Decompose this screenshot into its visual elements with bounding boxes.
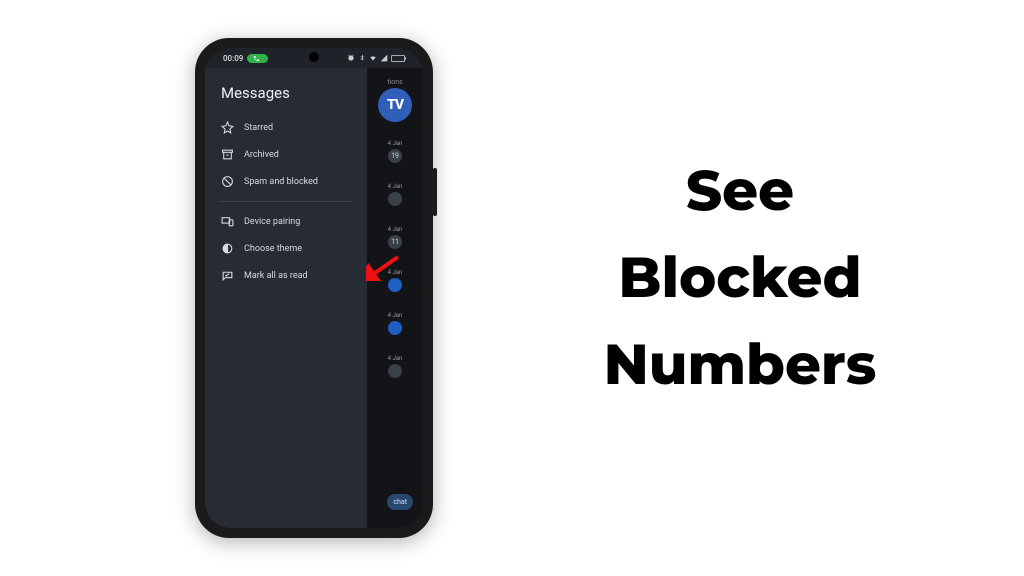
theme-icon (221, 242, 234, 255)
avatar[interactable]: TV (378, 88, 412, 122)
phone-frame: 00:09 tions TV 4 Ja (195, 38, 433, 538)
signal-icon (380, 54, 388, 62)
devices-icon (221, 215, 234, 228)
conv-item[interactable]: 4 Jan 19 (367, 140, 423, 163)
alarm-icon (347, 54, 355, 62)
conv-item[interactable]: 4 Jan (367, 183, 423, 206)
menu-label: Spam and blocked (244, 177, 318, 187)
bluetooth-icon (358, 54, 366, 62)
unread-badge: 11 (388, 235, 402, 249)
menu-label: Choose theme (244, 244, 302, 254)
block-icon (221, 175, 234, 188)
unread-badge (388, 192, 402, 206)
menu-item-mark-all-read[interactable]: Mark all as read (219, 262, 353, 289)
conversations-peek: tions TV 4 Jan 19 4 Jan 4 Jan 11 4 Jan (367, 68, 423, 528)
unread-badge: 19 (388, 149, 402, 163)
phone-side-button (433, 168, 437, 216)
read-icon (221, 269, 234, 282)
menu-item-archived[interactable]: Archived (219, 141, 353, 168)
phone-screen: 00:09 tions TV 4 Ja (205, 48, 423, 528)
conv-item[interactable]: 4 Jan (367, 355, 423, 378)
drawer-panel: Messages Starred Archived Spam and block… (205, 68, 367, 528)
menu-item-starred[interactable]: Starred (219, 114, 353, 141)
conv-item[interactable]: 4 Jan (367, 312, 423, 335)
menu-label: Starred (244, 123, 273, 133)
drawer-title: Messages (221, 84, 353, 102)
unread-badge (388, 364, 402, 378)
caption-line: Numbers (560, 322, 920, 409)
status-time: 00:09 (223, 54, 243, 63)
conv-tab-fragment: tions (387, 78, 402, 86)
unread-badge (388, 321, 402, 335)
archive-icon (221, 148, 234, 161)
menu-item-device-pairing[interactable]: Device pairing (219, 208, 353, 235)
star-icon (221, 121, 234, 134)
menu-label: Device pairing (244, 217, 300, 227)
menu-divider (219, 201, 353, 202)
conv-item[interactable]: 4 Jan 11 (367, 226, 423, 249)
new-chat-fab[interactable]: chat (387, 494, 413, 510)
wifi-icon (369, 54, 377, 62)
caption-line: See (560, 148, 920, 235)
caption-line: Blocked (560, 235, 920, 322)
status-call-pill (247, 54, 268, 63)
camera-notch (309, 52, 319, 62)
unread-badge (388, 278, 402, 292)
menu-label: Archived (244, 150, 279, 160)
conv-item[interactable]: 4 Jan (367, 269, 423, 292)
battery-icon (391, 55, 405, 62)
menu-item-choose-theme[interactable]: Choose theme (219, 235, 353, 262)
menu-item-spam-blocked[interactable]: Spam and blocked (219, 168, 353, 195)
caption: See Blocked Numbers (560, 148, 920, 408)
menu-label: Mark all as read (244, 271, 308, 281)
status-right-icons (347, 54, 405, 62)
